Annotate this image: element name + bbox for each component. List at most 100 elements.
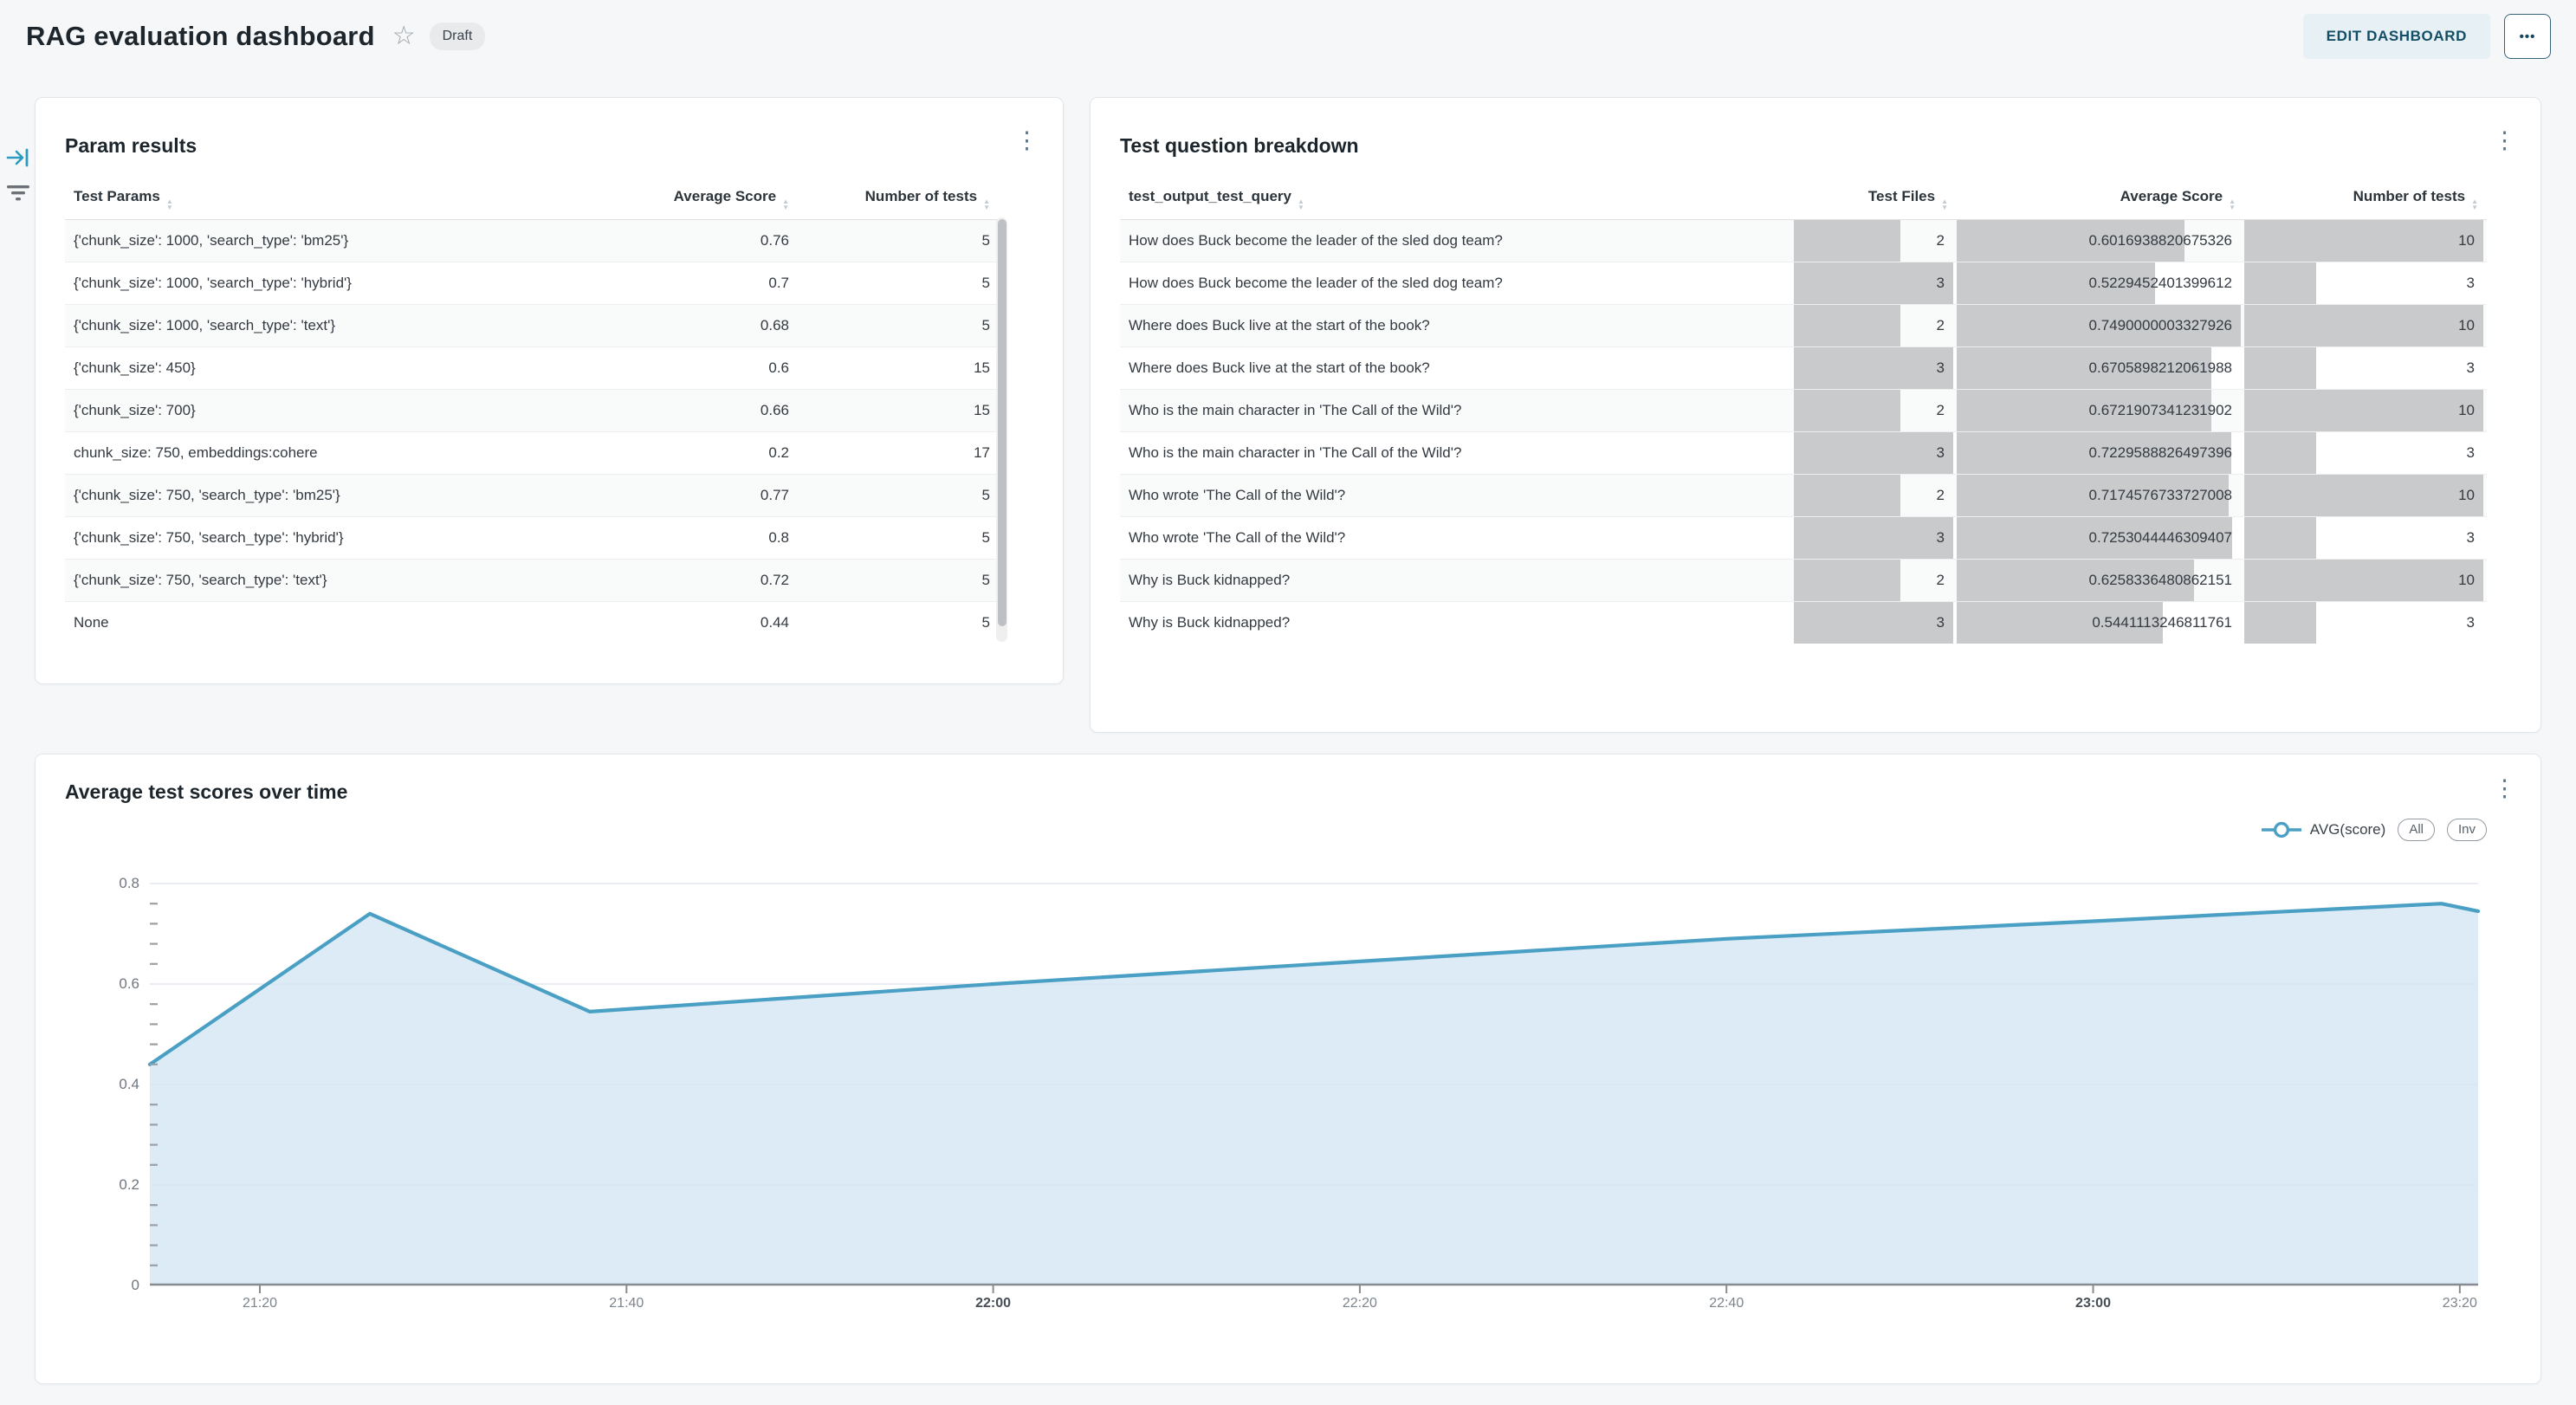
cell-params: chunk_size: 750, embeddings:cohere: [65, 432, 600, 475]
series-marker-icon: [2262, 821, 2301, 838]
cell-value: 0.6705898212061988: [2089, 347, 2232, 389]
cell-value: 2: [1937, 560, 1945, 601]
cell-test-files: 2: [1794, 560, 1957, 602]
data-bar-wrap: 10: [2244, 305, 2483, 346]
table-row: Who wrote 'The Call of the Wild'?30.7253…: [1120, 517, 2487, 560]
cell-test-files: 2: [1794, 475, 1957, 517]
cell-value: 3: [1937, 602, 1945, 644]
area-chart: [150, 884, 2478, 1294]
data-bar-wrap: 0.5229452401399612: [1957, 262, 2241, 304]
data-bar-wrap: 3: [2244, 262, 2483, 304]
column-header-average-score[interactable]: Average Score▲▼: [1957, 179, 2244, 220]
cell-number-of-tests: 3: [2244, 602, 2487, 644]
data-bar: [2244, 220, 2483, 262]
table-row: Who is the main character in 'The Call o…: [1120, 432, 2487, 475]
cell-number-of-tests: 3: [2244, 262, 2487, 305]
table-header-row: test_output_test_query▲▼ Test Files▲▼ Av…: [1120, 179, 2487, 220]
table-scrollbar[interactable]: [996, 217, 1007, 642]
column-header-test-params[interactable]: Test Params▲▼: [65, 179, 600, 220]
data-bar: [1794, 305, 1900, 346]
cell-value: 0.7490000003327926: [2089, 305, 2232, 346]
data-bar-wrap: 2: [1794, 390, 1953, 431]
column-header-test-files[interactable]: Test Files▲▼: [1794, 179, 1957, 220]
scrollbar-thumb[interactable]: [998, 219, 1006, 626]
data-bar: [1794, 432, 1953, 474]
data-bar-wrap: 0.6258336480862151: [1957, 560, 2241, 601]
cell-query: Where does Buck live at the start of the…: [1120, 305, 1794, 347]
kebab-menu-icon[interactable]: ⋮: [2488, 775, 2521, 802]
y-axis-tick-label: 0: [36, 1276, 139, 1295]
data-bar: [2244, 262, 2316, 304]
cell-number-of-tests: 3: [2244, 347, 2487, 390]
cell-n: 5: [798, 305, 999, 347]
cell-average-score: 0.7229588826497396: [1957, 432, 2244, 475]
cell-test-files: 3: [1794, 432, 1957, 475]
data-bar-wrap: 10: [2244, 475, 2483, 516]
data-bar-wrap: 10: [2244, 560, 2483, 601]
cell-number-of-tests: 3: [2244, 432, 2487, 475]
data-bar-wrap: 2: [1794, 220, 1953, 262]
data-bar: [1794, 220, 1900, 262]
column-header-number-of-tests[interactable]: Number of tests▲▼: [2244, 179, 2487, 220]
data-bar-wrap: 0.7253044446309407: [1957, 517, 2241, 559]
filter-icon[interactable]: [6, 184, 30, 203]
kebab-menu-icon[interactable]: ⋮: [2488, 127, 2521, 154]
expand-panel-icon[interactable]: [5, 146, 31, 170]
cell-test-files: 3: [1794, 347, 1957, 390]
cell-value: 3: [1937, 262, 1945, 304]
cell-number-of-tests: 10: [2244, 560, 2487, 602]
edit-dashboard-button[interactable]: EDIT DASHBOARD: [2303, 14, 2490, 59]
table-row: None0.445: [65, 602, 999, 644]
column-header-average-score[interactable]: Average Score▲▼: [600, 179, 798, 220]
data-bar-wrap: 3: [1794, 262, 1953, 304]
cell-params: {'chunk_size': 700}: [65, 390, 600, 432]
cell-average-score: 0.7253044446309407: [1957, 517, 2244, 560]
cell-value: 3: [2467, 602, 2475, 644]
ellipsis-icon: •••: [2520, 29, 2536, 44]
table-row: {'chunk_size': 700}0.6615: [65, 390, 999, 432]
cell-value: 3: [1937, 432, 1945, 474]
column-header-query[interactable]: test_output_test_query▲▼: [1120, 179, 1794, 220]
cell-value: 10: [2458, 560, 2475, 601]
cell-n: 15: [798, 390, 999, 432]
data-bar-wrap: 3: [2244, 432, 2483, 474]
cell-query: Who wrote 'The Call of the Wild'?: [1120, 475, 1794, 517]
cell-test-files: 3: [1794, 517, 1957, 560]
legend-item-avg-score[interactable]: AVG(score): [2262, 821, 2386, 838]
data-bar-wrap: 0.7229588826497396: [1957, 432, 2241, 474]
cell-average-score: 0.7174576733727008: [1957, 475, 2244, 517]
sort-icon: ▲▼: [782, 198, 789, 210]
table-row: {'chunk_size': 1000, 'search_type': 'hyb…: [65, 262, 999, 305]
table-row: chunk_size: 750, embeddings:cohere0.217: [65, 432, 999, 475]
legend-inv-button[interactable]: Inv: [2447, 819, 2487, 841]
data-bar-wrap: 0.6721907341231902: [1957, 390, 2241, 431]
cell-test-files: 2: [1794, 390, 1957, 432]
cell-avg: 0.7: [600, 262, 798, 305]
kebab-menu-icon[interactable]: ⋮: [1010, 127, 1044, 154]
legend-all-button[interactable]: All: [2398, 819, 2435, 841]
data-bar-wrap: 10: [2244, 390, 2483, 431]
data-bar-wrap: 3: [1794, 602, 1953, 644]
data-bar: [1794, 347, 1953, 389]
cell-value: 3: [2467, 347, 2475, 389]
cell-avg: 0.2: [600, 432, 798, 475]
more-options-button[interactable]: •••: [2504, 14, 2551, 59]
side-controls: [3, 146, 33, 203]
cell-value: 10: [2458, 475, 2475, 516]
column-header-number-of-tests[interactable]: Number of tests▲▼: [798, 179, 999, 220]
x-axis-tick-label: 22:20: [1325, 1296, 1395, 1311]
cell-average-score: 0.7490000003327926: [1957, 305, 2244, 347]
data-bar-wrap: 3: [2244, 517, 2483, 559]
cell-avg: 0.8: [600, 517, 798, 560]
data-bar-wrap: 0.5441113246811761: [1957, 602, 2241, 644]
data-bar: [1794, 560, 1900, 601]
data-bar-wrap: 3: [1794, 347, 1953, 389]
table-row: {'chunk_size': 450}0.615: [65, 347, 999, 390]
sort-icon: ▲▼: [2471, 198, 2478, 210]
cell-params: {'chunk_size': 1000, 'search_type': 'tex…: [65, 305, 600, 347]
question-breakdown-panel: Test question breakdown ⋮ test_output_te…: [1090, 97, 2541, 733]
star-favorite-icon[interactable]: ☆: [392, 23, 416, 49]
cell-average-score: 0.5441113246811761: [1957, 602, 2244, 644]
cell-value: 0.6721907341231902: [2089, 390, 2232, 431]
data-bar: [2244, 475, 2483, 516]
